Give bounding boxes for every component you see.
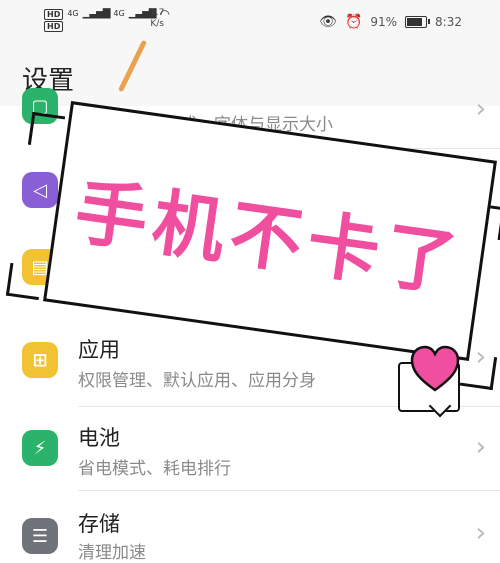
battery-icon (405, 16, 431, 28)
hd-badge: HD (44, 20, 64, 32)
status-bar: HD 4G ▁▃▅▇ 4G ▁▃▅▇ ◠ HD 1.7 K/s 👁 ⏰ 91% … (0, 0, 500, 44)
hd-badge: HD (44, 8, 64, 20)
alarm-icon: ⏰ (344, 14, 363, 30)
network-type: 4G (67, 9, 79, 18)
divider (78, 490, 500, 491)
heart-icon (410, 345, 460, 392)
chevron-right-icon: › (475, 518, 486, 548)
network-type: 4G (113, 9, 125, 18)
speed-unit: K/s (150, 19, 164, 29)
sticker-text: 手机不卡了 (70, 168, 469, 307)
signal-icon: ▁▃▅▇ (82, 8, 111, 19)
battery-setting-icon: ⚡ (22, 430, 58, 466)
frame-corner (5, 262, 44, 301)
chevron-right-icon: › (475, 432, 486, 462)
eye-icon: 👁 (319, 14, 337, 30)
storage-icon: ☰ (22, 518, 58, 554)
settings-item-storage[interactable]: ☰ 存储 清理加速 › (0, 498, 500, 563)
battery-fill (407, 18, 422, 26)
chevron-right-icon: › (475, 94, 486, 124)
settings-item-battery[interactable]: ⚡ 电池 省电模式、耗电排行 › (0, 412, 500, 484)
battery-percent: 91% (370, 15, 398, 29)
settings-item-subtitle: 清理加速 (78, 543, 146, 563)
app-bar: 设置 (0, 44, 500, 106)
sound-icon: ◁ (22, 172, 58, 208)
status-right: 👁 ⏰ 91% 8:32 (319, 14, 462, 30)
network-speed: 1.7 K/s (150, 8, 164, 30)
speed-value: 1.7 (150, 8, 165, 18)
settings-item-subtitle: 省电模式、耗电排行 (78, 459, 231, 479)
settings-item-title: 存储 (78, 512, 120, 536)
settings-item-title: 应用 (78, 338, 120, 362)
frame-corner (27, 111, 66, 150)
settings-item-title: 电池 (78, 426, 120, 450)
apps-icon: ⊞ (22, 342, 58, 378)
settings-item-subtitle: 权限管理、默认应用、应用分身 (78, 371, 316, 391)
clock: 8:32 (435, 15, 462, 29)
